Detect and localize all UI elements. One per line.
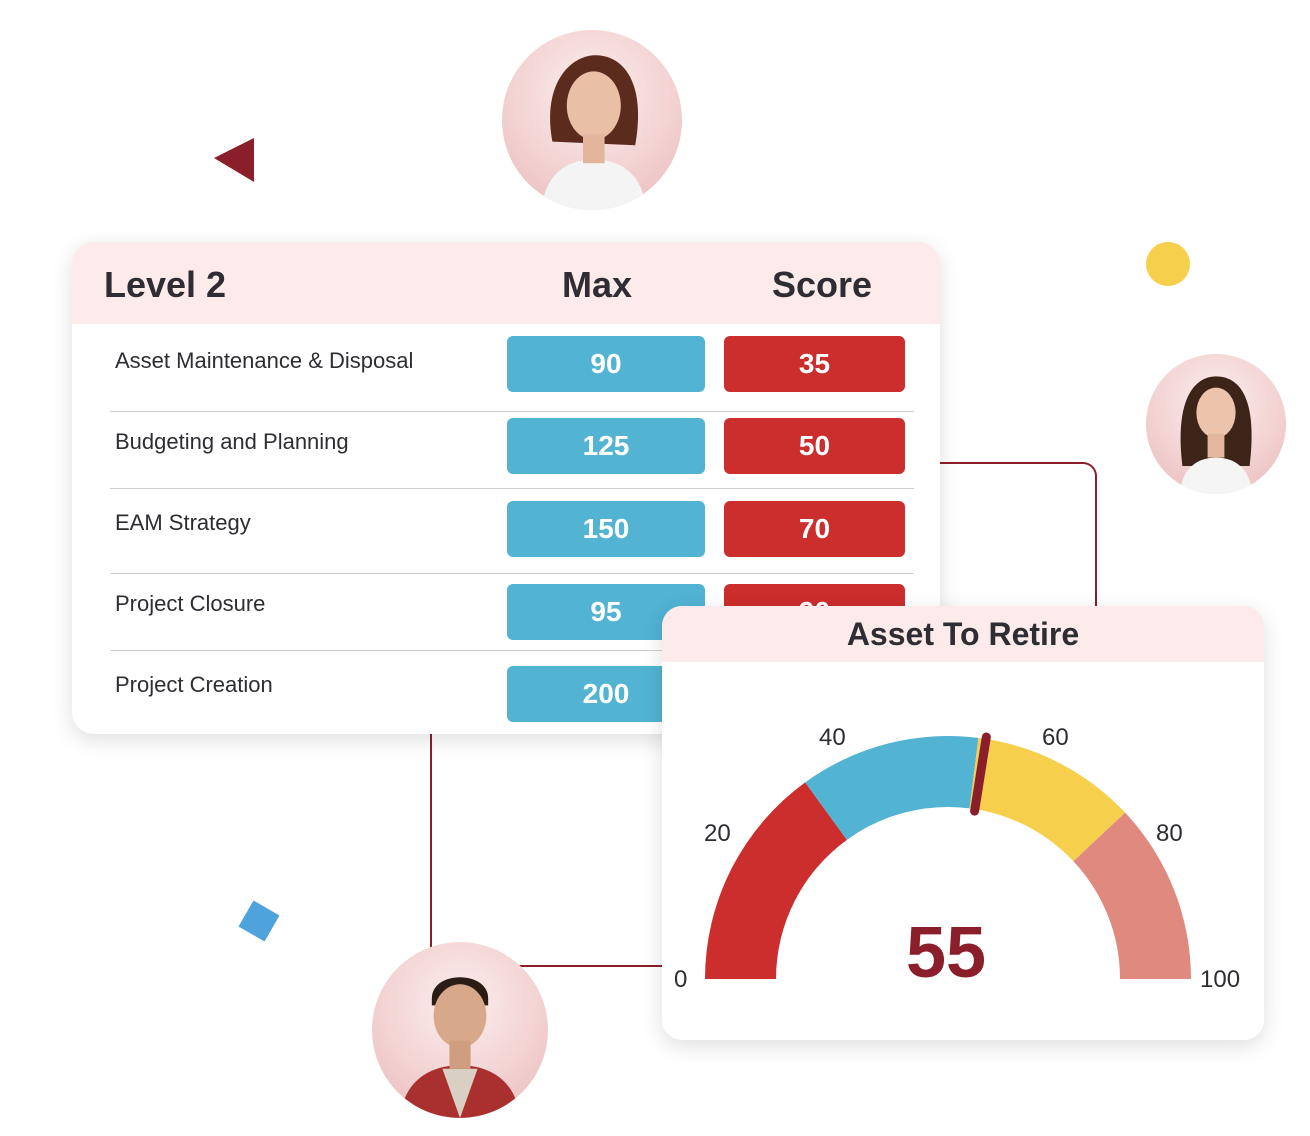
score-column-header: Score bbox=[772, 264, 873, 305]
connector-line-right bbox=[930, 462, 1097, 614]
card-header: Level 2 Max Score bbox=[72, 242, 940, 324]
score-value: 35 bbox=[724, 336, 905, 392]
avatar-man-bottom bbox=[372, 942, 548, 1118]
blue-diamond-decoration bbox=[238, 900, 280, 942]
person-icon bbox=[1179, 376, 1253, 494]
max-value: 125 bbox=[507, 418, 705, 474]
card-title: Level 2 bbox=[104, 264, 227, 305]
row-label: EAM Strategy bbox=[115, 510, 251, 535]
gauge-tick-label: 20 bbox=[704, 820, 731, 847]
score-value: 50 bbox=[724, 418, 905, 474]
connector-line-bottom bbox=[430, 730, 672, 967]
row-label: Project Closure bbox=[115, 591, 266, 616]
triangle-decoration bbox=[214, 138, 254, 182]
row-label: Project Creation bbox=[115, 672, 273, 697]
gauge-tick-label: 80 bbox=[1156, 820, 1183, 847]
table-row: EAM Strategy 150 70 bbox=[110, 489, 914, 574]
row-label: Asset Maintenance & Disposal bbox=[115, 348, 414, 373]
gauge-value: 55 bbox=[906, 913, 987, 993]
max-column-header: Max bbox=[562, 264, 633, 305]
row-label: Budgeting and Planning bbox=[115, 429, 349, 454]
gauge-tick-label: 60 bbox=[1042, 724, 1069, 751]
person-icon bbox=[541, 55, 646, 210]
gauge-tick-label: 0 bbox=[674, 966, 688, 993]
gauge-tick-label: 40 bbox=[819, 724, 846, 751]
score-value: 70 bbox=[724, 501, 905, 557]
avatar-woman-top bbox=[502, 30, 682, 210]
gauge-segment bbox=[705, 782, 847, 979]
table-row: Budgeting and Planning 125 50 bbox=[110, 412, 914, 489]
avatar-woman-right bbox=[1146, 354, 1286, 494]
asset-to-retire-card: Asset To Retire 0 20 40 60 80 100 55 bbox=[662, 606, 1264, 1040]
max-value: 90 bbox=[507, 336, 705, 392]
gauge-tick-label: 100 bbox=[1200, 966, 1241, 993]
person-icon bbox=[400, 977, 520, 1118]
yellow-dot-decoration bbox=[1146, 242, 1190, 286]
table-row: Asset Maintenance & Disposal 90 35 bbox=[110, 324, 914, 412]
max-value: 150 bbox=[507, 501, 705, 557]
